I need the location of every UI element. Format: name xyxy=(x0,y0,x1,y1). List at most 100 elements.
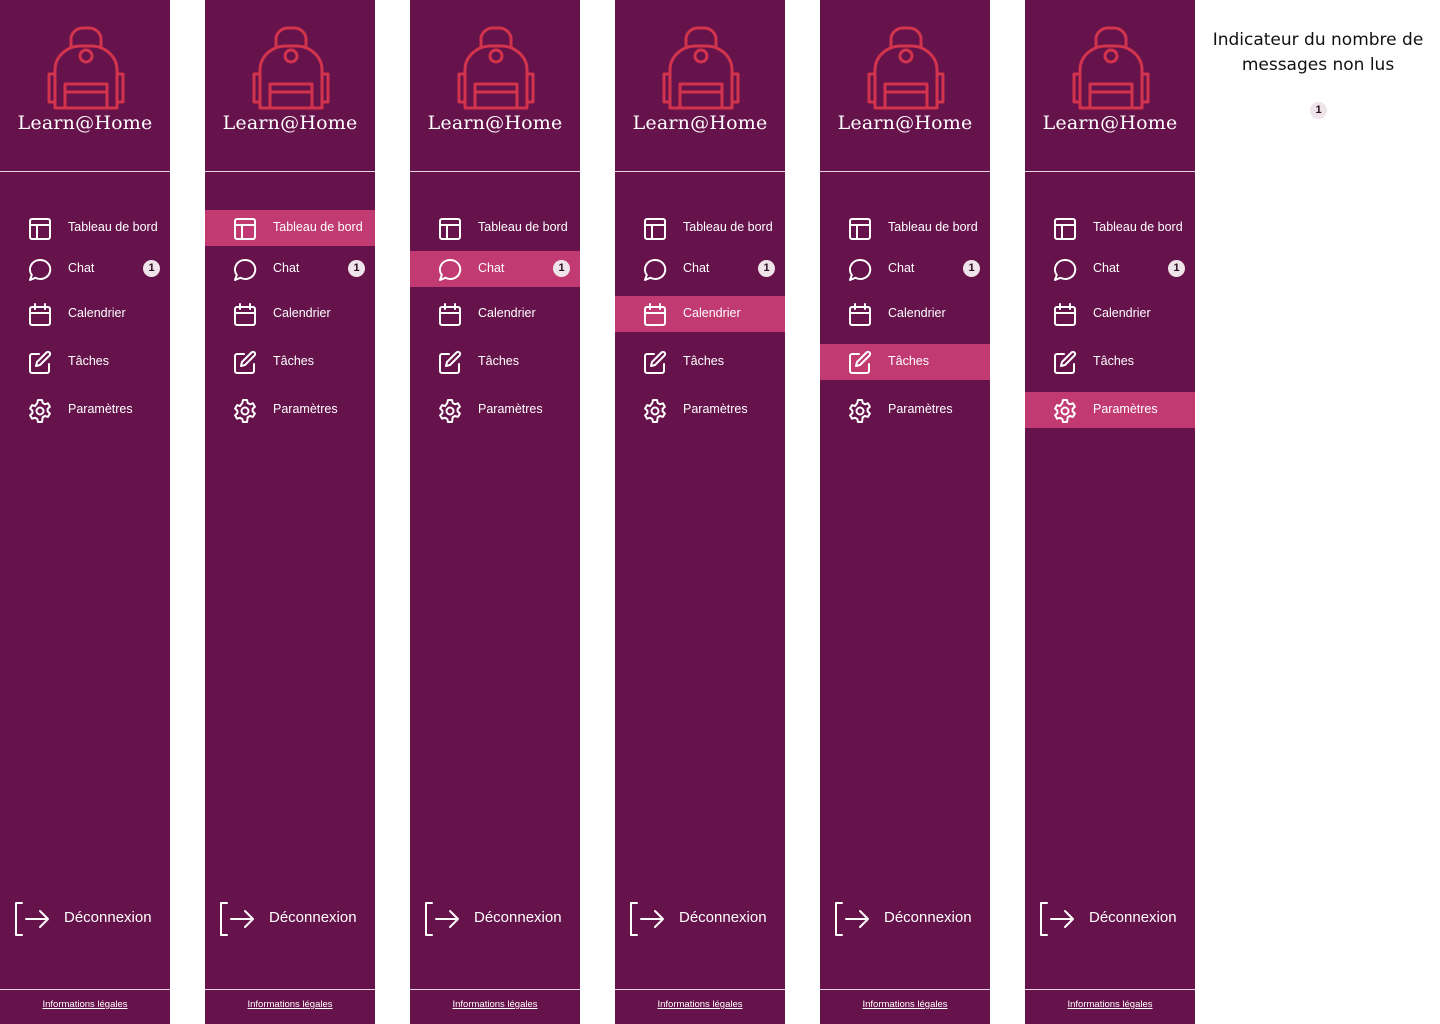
unread-count-badge: 1 xyxy=(1168,260,1185,277)
nav-item-label: Tableau de bord xyxy=(273,220,363,234)
nav-item-label: Chat xyxy=(273,261,300,275)
nav-item-chat[interactable]: Chat 1 xyxy=(615,251,785,287)
logo[interactable]: Learn@Home xyxy=(820,0,990,172)
nav-item-label: Chat xyxy=(68,261,95,275)
nav-item-taches[interactable]: Tâches xyxy=(205,344,375,380)
gear-icon xyxy=(1054,399,1076,423)
unread-count-badge: 1 xyxy=(758,260,775,277)
nav-item-parametres[interactable]: Paramètres xyxy=(410,392,580,428)
nav-item-parametres[interactable]: Paramètres xyxy=(205,392,375,428)
nav-item-calendrier[interactable]: Calendrier xyxy=(205,296,375,332)
gear-icon xyxy=(234,399,256,423)
legal-link[interactable]: Informations légales xyxy=(205,999,375,1010)
unread-count-badge: 1 xyxy=(143,260,160,277)
nav-item-taches[interactable]: Tâches xyxy=(820,344,990,380)
nav-item-label: Calendrier xyxy=(683,306,741,320)
divider xyxy=(1025,171,1195,172)
calendar-icon xyxy=(849,303,871,326)
nav-item-calendrier[interactable]: Calendrier xyxy=(820,296,990,332)
sidebar-variant-taches-active: Learn@Home Tableau de bord Chat 1 Calend… xyxy=(820,0,990,1024)
logout-label: Déconnexion xyxy=(884,909,972,926)
divider xyxy=(615,989,785,990)
divider xyxy=(820,171,990,172)
calendar-icon xyxy=(29,303,51,326)
logout-button[interactable]: Déconnexion xyxy=(410,898,580,938)
divider xyxy=(205,989,375,990)
legal-link[interactable]: Informations légales xyxy=(615,999,785,1010)
legal-link[interactable]: Informations légales xyxy=(0,999,170,1010)
legal-link[interactable]: Informations légales xyxy=(1025,999,1195,1010)
nav-item-label: Tableau de bord xyxy=(478,220,568,234)
logout-button[interactable]: Déconnexion xyxy=(820,898,990,938)
logo[interactable]: Learn@Home xyxy=(1025,0,1195,172)
nav-item-tableau-de-bord[interactable]: Tableau de bord xyxy=(0,210,170,246)
logo[interactable]: Learn@Home xyxy=(615,0,785,172)
logo[interactable]: Learn@Home xyxy=(0,0,170,172)
logout-button[interactable]: Déconnexion xyxy=(205,898,375,938)
nav-item-taches[interactable]: Tâches xyxy=(615,344,785,380)
nav-item-label: Tâches xyxy=(273,354,314,368)
nav-item-parametres[interactable]: Paramètres xyxy=(0,392,170,428)
layout-icon xyxy=(1054,218,1076,240)
nav-item-chat[interactable]: Chat 1 xyxy=(1025,251,1195,287)
unread-count-badge-sample: 1 xyxy=(1310,102,1327,119)
nav-item-label: Chat xyxy=(478,261,505,275)
nav-item-taches[interactable]: Tâches xyxy=(0,344,170,380)
nav-item-tableau-de-bord[interactable]: Tableau de bord xyxy=(615,210,785,246)
nav-item-calendrier[interactable]: Calendrier xyxy=(0,296,170,332)
logout-label: Déconnexion xyxy=(269,909,357,926)
logout-icon xyxy=(220,902,254,936)
nav-item-label: Chat xyxy=(1093,261,1120,275)
nav-item-chat[interactable]: Chat 1 xyxy=(205,251,375,287)
nav-item-parametres[interactable]: Paramètres xyxy=(1025,392,1195,428)
nav-item-label: Chat xyxy=(683,261,710,275)
layout-icon xyxy=(849,218,871,240)
edit-icon xyxy=(644,350,667,374)
nav-item-label: Paramètres xyxy=(1093,402,1158,416)
nav-item-calendrier[interactable]: Calendrier xyxy=(1025,296,1195,332)
chat-icon xyxy=(29,258,52,281)
nav-item-chat[interactable]: Chat 1 xyxy=(410,251,580,287)
nav-item-taches[interactable]: Tâches xyxy=(410,344,580,380)
logo[interactable]: Learn@Home xyxy=(205,0,375,172)
backpack-icon xyxy=(1072,26,1150,110)
nav-item-label: Tableau de bord xyxy=(683,220,773,234)
nav-item-parametres[interactable]: Paramètres xyxy=(820,392,990,428)
backpack-icon xyxy=(662,26,740,110)
nav-item-calendrier[interactable]: Calendrier xyxy=(410,296,580,332)
logo[interactable]: Learn@Home xyxy=(410,0,580,172)
nav-item-tableau-de-bord[interactable]: Tableau de bord xyxy=(1025,210,1195,246)
unread-count-badge: 1 xyxy=(553,260,570,277)
brand-name: Learn@Home xyxy=(427,112,563,134)
logout-button[interactable]: Déconnexion xyxy=(615,898,785,938)
divider xyxy=(0,989,170,990)
legal-link[interactable]: Informations légales xyxy=(820,999,990,1010)
chat-icon xyxy=(644,258,667,281)
backpack-icon xyxy=(867,26,945,110)
chat-icon xyxy=(234,258,257,281)
nav-item-label: Paramètres xyxy=(478,402,543,416)
nav-item-label: Calendrier xyxy=(68,306,126,320)
nav-item-parametres[interactable]: Paramètres xyxy=(615,392,785,428)
nav-item-chat[interactable]: Chat 1 xyxy=(0,251,170,287)
logout-button[interactable]: Déconnexion xyxy=(1025,898,1195,938)
nav-item-chat[interactable]: Chat 1 xyxy=(820,251,990,287)
divider xyxy=(410,989,580,990)
backpack-icon xyxy=(47,26,125,110)
logout-button[interactable]: Déconnexion xyxy=(0,898,170,938)
nav-item-taches[interactable]: Tâches xyxy=(1025,344,1195,380)
nav-item-label: Tâches xyxy=(888,354,929,368)
nav-item-label: Paramètres xyxy=(683,402,748,416)
chat-icon xyxy=(849,258,872,281)
nav-item-label: Tâches xyxy=(478,354,519,368)
divider xyxy=(820,989,990,990)
sidebar-variant-calendrier-active: Learn@Home Tableau de bord Chat 1 Calend… xyxy=(615,0,785,1024)
nav-item-tableau-de-bord[interactable]: Tableau de bord xyxy=(205,210,375,246)
unread-count-badge: 1 xyxy=(348,260,365,277)
logout-icon xyxy=(1040,902,1074,936)
legal-link[interactable]: Informations légales xyxy=(410,999,580,1010)
nav-item-calendrier[interactable]: Calendrier xyxy=(615,296,785,332)
nav-item-tableau-de-bord[interactable]: Tableau de bord xyxy=(820,210,990,246)
nav-item-tableau-de-bord[interactable]: Tableau de bord xyxy=(410,210,580,246)
sidebar-variant-parametres-active: Learn@Home Tableau de bord Chat 1 Calend… xyxy=(1025,0,1195,1024)
